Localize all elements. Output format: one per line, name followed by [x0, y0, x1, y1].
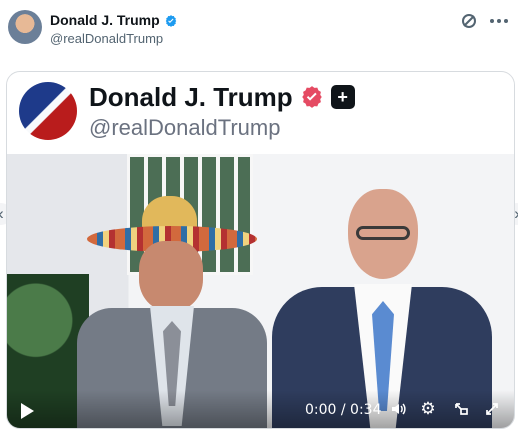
- author-handle[interactable]: @realDonaldTrump: [50, 30, 178, 47]
- fullscreen-icon[interactable]: [481, 398, 503, 420]
- slash-circle-icon[interactable]: [460, 12, 478, 30]
- overlay-avatar: [19, 82, 77, 140]
- video-player[interactable]: Donald J. Trump + @realDonaldTrump 0:00 …: [6, 71, 515, 429]
- author-name[interactable]: Donald J. Trump: [50, 12, 160, 29]
- post-author: Donald J. Trump @realDonaldTrump: [50, 12, 178, 47]
- play-icon[interactable]: [21, 403, 34, 419]
- avatar[interactable]: [8, 10, 42, 44]
- picture-in-picture-icon[interactable]: [450, 398, 472, 420]
- plus-icon: +: [330, 85, 355, 109]
- video-time: 0:00 / 0:34: [305, 402, 382, 418]
- glasses: [356, 226, 410, 240]
- gear-icon[interactable]: ⚙: [417, 398, 439, 420]
- author-name-row: Donald J. Trump: [50, 12, 178, 29]
- volume-icon[interactable]: [387, 398, 409, 420]
- overlay-author-name: Donald J. Trump: [89, 82, 293, 112]
- more-icon[interactable]: [490, 12, 508, 30]
- video-frame: [7, 154, 514, 428]
- video-overlay-header: Donald J. Trump + @realDonaldTrump: [7, 72, 514, 154]
- overlay-name-row: Donald J. Trump +: [89, 82, 355, 112]
- overlay-author-handle: @realDonaldTrump: [89, 115, 281, 140]
- video-controls: 0:00 / 0:34 ⚙: [7, 390, 514, 428]
- left-person-head: [139, 241, 203, 311]
- verified-badge-icon: [301, 86, 322, 108]
- verified-badge-icon: [165, 14, 176, 27]
- post-actions: [460, 12, 508, 30]
